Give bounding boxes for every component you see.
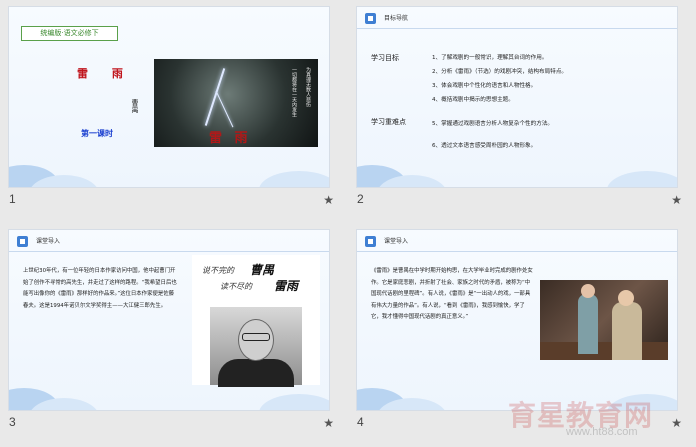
poster-title: 雷 雨 <box>209 131 252 146</box>
goal-item: 2、分析《雷雨》（节选）的戏剧冲突，结构布局特点。 <box>432 69 568 75</box>
lesson-label: 第一课时 <box>81 129 113 138</box>
stage-photo <box>540 280 668 360</box>
header-divider <box>357 251 677 252</box>
slide-canvas: 目标导航 学习目标 学习重难点 1、了解戏剧的一般常识，理解其台词的作用。 2、… <box>356 6 678 188</box>
calligraphy-text: 雷雨 <box>274 279 299 293</box>
slide-canvas: 统编版·语文必修下 雷 雨 曹禺 第一课时 一切都将在一天内发生 为真理无数人悲… <box>8 6 330 188</box>
header-icon <box>17 236 28 247</box>
slide-thumbnail-3[interactable]: 课堂导入 上世纪30年代，有一位年轻的日本作家访问中国，他中起曹门开始了创作不寻… <box>0 223 348 446</box>
textbook-tag: 统编版·语文必修下 <box>21 26 118 41</box>
focus-item: 6、透过文本语言感受周朴园的人物形象。 <box>432 143 537 149</box>
portrait-suit <box>218 359 294 387</box>
lightning-decoration <box>204 68 226 126</box>
star-icon[interactable]: ★ <box>323 193 334 207</box>
header-divider <box>9 251 329 252</box>
star-icon[interactable]: ★ <box>671 416 682 430</box>
poster-image: 一切都将在一天内发生 为真理无数人悲伤 雷 雨 <box>154 59 318 147</box>
star-icon[interactable]: ★ <box>323 416 334 430</box>
slide-header: 目标导航 <box>384 15 409 22</box>
slide-canvas: 课堂导入 《雷雨》是曹禺在中学时期开始构思，在大学毕业时完成的剧作处女作。它是家… <box>356 229 678 411</box>
poster-caption: 一切都将在一天内发生 <box>291 67 297 117</box>
slide-header: 课堂导入 <box>384 238 409 245</box>
actor-figure <box>578 294 598 354</box>
focus-label: 学习重难点 <box>371 118 406 126</box>
stage-table <box>540 342 668 360</box>
actor-head <box>618 290 634 306</box>
actor-head <box>581 284 595 298</box>
focus-item: 5、掌握通过戏剧语言分析人物复杂个性的方法。 <box>432 121 554 127</box>
author-name: 曹禺 <box>131 99 139 113</box>
portrait-image: 说不完的 曹禺 读不尽的 雷雨 <box>192 255 320 387</box>
header-icon <box>365 13 376 24</box>
slide-canvas: 课堂导入 上世纪30年代，有一位年轻的日本作家访问中国，他中起曹门开始了创作不寻… <box>8 229 330 411</box>
portrait-glasses <box>242 333 270 341</box>
calligraphy-text: 说不完的 <box>202 266 234 275</box>
wave-decoration <box>259 394 329 410</box>
header-divider <box>357 28 677 29</box>
slide-number: 3 <box>9 415 16 429</box>
author-portrait <box>210 307 302 387</box>
wave-decoration <box>607 171 677 187</box>
calligraphy-text: 读不尽的 <box>220 282 252 291</box>
poster-caption: 为真理无数人悲伤 <box>305 67 311 107</box>
slide-number: 2 <box>357 192 364 206</box>
goal-item: 3、体会戏剧中个性化的语言和人物性格。 <box>432 83 537 89</box>
goal-item: 1、了解戏剧的一般常识，理解其台词的作用。 <box>432 55 548 61</box>
slide-header: 课堂导入 <box>36 238 61 245</box>
lightning-decoration <box>215 90 234 128</box>
slide-number: 4 <box>357 415 364 429</box>
star-icon[interactable]: ★ <box>671 193 682 207</box>
watermark-url: www.ht88.com <box>566 426 638 438</box>
header-icon <box>365 236 376 247</box>
slide-title: 雷 雨 <box>77 67 133 80</box>
slide-thumbnail-2[interactable]: 目标导航 学习目标 学习重难点 1、了解戏剧的一般常识，理解其台词的作用。 2、… <box>348 0 696 223</box>
actor-figure <box>612 302 642 360</box>
intro-paragraph: 《雷雨》是曹禺在中学时期开始构思，在大学毕业时完成的剧作处女作。它是家庭悲剧，并… <box>371 268 533 320</box>
wave-decoration <box>259 171 329 187</box>
intro-paragraph: 上世纪30年代，有一位年轻的日本作家访问中国，他中起曹门开始了创作不寻常的高先生… <box>23 268 177 309</box>
goal-item: 4、概括戏剧中揭示的思想主题。 <box>432 97 514 103</box>
slide-number: 1 <box>9 192 16 206</box>
slide-thumbnail-1[interactable]: 统编版·语文必修下 雷 雨 曹禺 第一课时 一切都将在一天内发生 为真理无数人悲… <box>0 0 348 223</box>
calligraphy-text: 曹禺 <box>250 263 275 277</box>
goals-label: 学习目标 <box>371 54 399 62</box>
